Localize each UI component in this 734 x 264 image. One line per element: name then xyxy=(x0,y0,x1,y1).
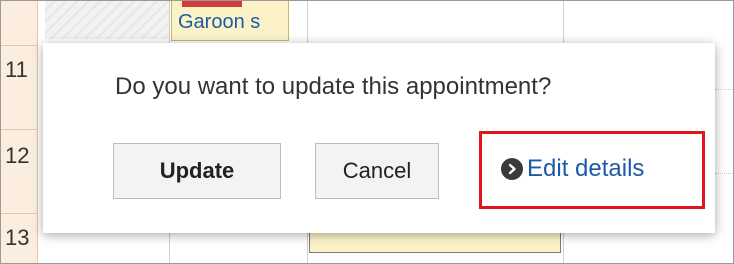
update-confirmation-dialog: Do you want to update this appointment? … xyxy=(43,43,715,233)
calendar-view: 11 12 13 Garoon s Do you want to update … xyxy=(0,0,734,264)
grid-row-line xyxy=(715,173,733,174)
grid-row-line xyxy=(715,89,733,90)
event-color-bar xyxy=(182,1,242,7)
hour-label-12: 12 xyxy=(5,143,30,168)
hour-divider xyxy=(1,213,37,214)
chevron-right-circle-icon xyxy=(501,158,523,180)
calendar-event-title: Garoon s xyxy=(178,11,261,33)
cancel-button[interactable]: Cancel xyxy=(315,143,439,199)
unavailable-slot xyxy=(45,1,169,39)
calendar-event[interactable]: Garoon s xyxy=(171,1,289,41)
hour-divider xyxy=(1,45,37,46)
update-button[interactable]: Update xyxy=(113,143,281,199)
dialog-question: Do you want to update this appointment? xyxy=(115,73,552,100)
edit-details-link[interactable]: Edit details xyxy=(501,155,644,183)
time-column: 11 12 13 xyxy=(1,1,38,263)
hour-label-13: 13 xyxy=(5,225,30,250)
hour-divider xyxy=(1,129,37,130)
hour-label-11: 11 xyxy=(5,57,28,82)
edit-details-label: Edit details xyxy=(527,155,645,182)
